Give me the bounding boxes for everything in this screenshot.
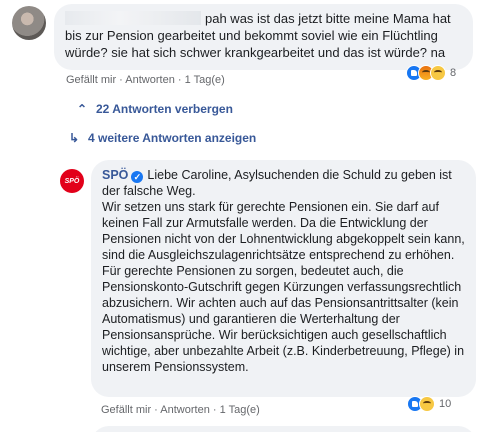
avatar[interactable] <box>12 6 46 40</box>
haha-icon <box>430 65 446 81</box>
logo-text: SPÖ <box>64 177 80 185</box>
separator: · <box>151 404 161 416</box>
verified-badge-icon: ✓ <box>131 171 144 183</box>
separator: · <box>174 74 185 86</box>
reply-link[interactable]: Antworten <box>125 74 175 86</box>
next-comment-bubble <box>91 426 476 432</box>
timestamp[interactable]: 1 Tag(e) <box>220 404 260 416</box>
show-more-replies-link[interactable]: ↳ 4 weitere Antworten anzeigen <box>68 131 256 145</box>
reaction-count: 8 <box>450 67 457 79</box>
like-link[interactable]: Gefällt mir <box>101 404 151 416</box>
reaction-summary[interactable]: 10 <box>407 395 451 413</box>
reply-arrow-icon: ↳ <box>68 131 80 145</box>
hide-replies-link[interactable]: ⌃ 22 Antworten verbergen <box>76 102 233 116</box>
separator: · <box>116 74 126 86</box>
comment-actions: Gefällt mir · Antworten · 1 Tag(e) <box>101 404 260 416</box>
reply-link[interactable]: Antworten <box>160 404 210 416</box>
author-name[interactable]: SPÖ <box>102 168 128 182</box>
reaction-summary[interactable]: 8 <box>406 64 456 82</box>
timestamp[interactable]: 1 Tag(e) <box>185 74 225 86</box>
comment-bubble: SPÖ ✓ Liebe Caroline, Asylsuchenden die Sc… <box>91 160 476 397</box>
avatar[interactable]: SPÖ <box>60 169 84 193</box>
hide-replies-label: 22 Antworten verbergen <box>96 102 233 116</box>
chevron-up-icon: ⌃ <box>76 102 88 116</box>
redacted-author-name <box>65 11 201 25</box>
comment-bubble: pah was ist das jetzt bitte meine Mama h… <box>54 4 473 70</box>
comment-actions: Gefällt mir · Antworten · 1 Tag(e) <box>66 74 225 86</box>
show-more-label: 4 weitere Antworten anzeigen <box>88 131 257 145</box>
like-link[interactable]: Gefällt mir <box>66 74 116 86</box>
comment-text: Wir setzen uns stark für gerechte Pensio… <box>102 200 465 374</box>
haha-icon <box>419 396 435 412</box>
separator: · <box>209 404 220 416</box>
comment-intro: Liebe Caroline, Asylsuchenden die Schuld… <box>102 168 452 198</box>
reaction-count: 10 <box>439 398 452 410</box>
